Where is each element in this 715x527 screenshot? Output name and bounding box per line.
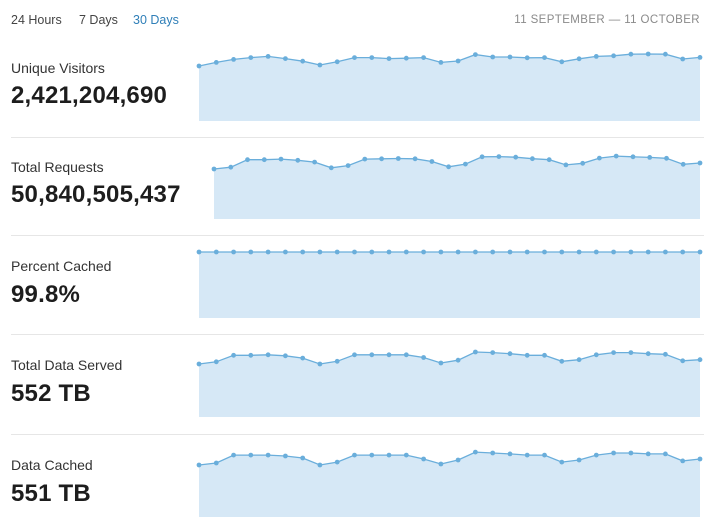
sparkline-point bbox=[283, 453, 288, 459]
sparkline-point bbox=[559, 459, 565, 465]
sparkline-point bbox=[473, 449, 478, 455]
sparkline-point bbox=[542, 452, 547, 458]
sparkline-point bbox=[300, 455, 306, 461]
sparkline-point bbox=[386, 452, 392, 458]
sparkline-point bbox=[421, 456, 426, 462]
sparkline-point bbox=[438, 461, 444, 467]
sparkline-point bbox=[231, 452, 237, 458]
sparkline-point bbox=[248, 452, 254, 458]
sparkline-point bbox=[507, 451, 513, 457]
sparkline-point bbox=[611, 450, 616, 456]
sparkline-point bbox=[680, 458, 686, 464]
sparkline-point bbox=[697, 456, 703, 462]
sparkline-point bbox=[490, 450, 496, 456]
sparkline-point bbox=[628, 450, 634, 456]
sparkline-point bbox=[334, 459, 340, 465]
sparkline-point bbox=[352, 452, 357, 458]
sparkline-point bbox=[369, 452, 375, 458]
sparkline-point bbox=[317, 462, 323, 468]
sparkline-point bbox=[645, 451, 651, 457]
sparkline-point bbox=[455, 457, 461, 463]
sparkline-point bbox=[213, 460, 219, 466]
sparkline-point bbox=[593, 452, 599, 458]
sparkline-point bbox=[403, 452, 409, 458]
data-cached-sparkline bbox=[196, 449, 703, 517]
sparkline-point bbox=[663, 451, 668, 457]
sparkline-point bbox=[576, 457, 582, 463]
sparkline-point bbox=[524, 452, 530, 458]
sparkline-point bbox=[265, 452, 271, 458]
sparkline-point bbox=[196, 462, 202, 468]
